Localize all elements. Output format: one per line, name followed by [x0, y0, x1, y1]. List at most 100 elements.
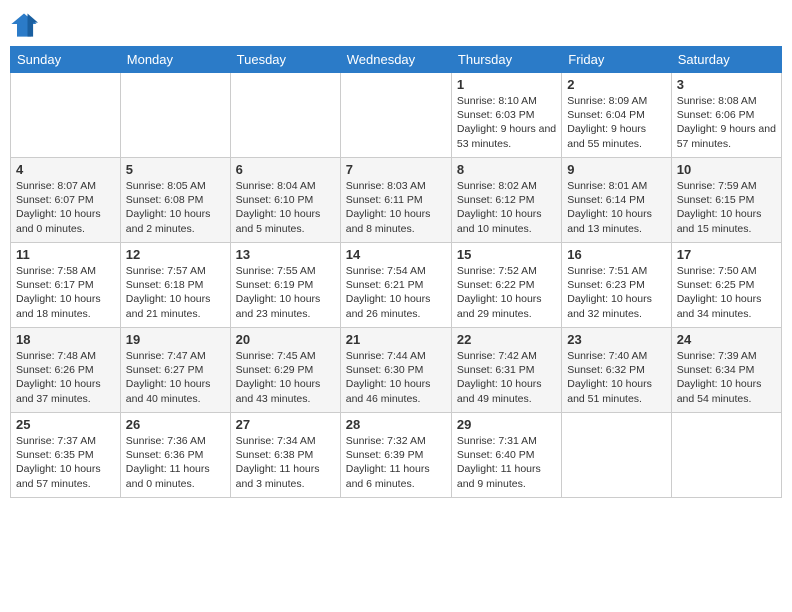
day-number: 8 [457, 162, 556, 177]
day-number: 1 [457, 77, 556, 92]
header-day: Tuesday [230, 47, 340, 73]
day-number: 25 [16, 417, 115, 432]
calendar-cell [671, 413, 781, 498]
day-info: Sunrise: 7:42 AM Sunset: 6:31 PM Dayligh… [457, 349, 556, 406]
day-info: Sunrise: 7:31 AM Sunset: 6:40 PM Dayligh… [457, 434, 556, 491]
day-number: 22 [457, 332, 556, 347]
calendar-cell: 2Sunrise: 8:09 AM Sunset: 6:04 PM Daylig… [562, 73, 671, 158]
calendar-cell: 17 Sunrise: 7:50 AM Sunset: 6:25 PM Dayli… [671, 243, 781, 328]
day-info: Sunrise: 7:45 AM Sunset: 6:29 PM Dayligh… [236, 349, 335, 406]
header-day: Wednesday [340, 47, 451, 73]
calendar-week-row: 18 Sunrise: 7:48 AM Sunset: 6:26 PM Dayli… [11, 328, 782, 413]
calendar-cell: 9 Sunrise: 8:01 AM Sunset: 6:14 PM Daylig… [562, 158, 671, 243]
calendar-week-row: 1 Sunrise: 8:10 AM Sunset: 6:03 PM Daylig… [11, 73, 782, 158]
calendar-cell: 15Sunrise: 7:52 AM Sunset: 6:22 PM Dayli… [451, 243, 561, 328]
day-info: Sunrise: 7:47 AM Sunset: 6:27 PM Dayligh… [126, 349, 225, 406]
day-number: 19 [126, 332, 225, 347]
day-info: Sunrise: 8:08 AM Sunset: 6:06 PM Dayligh… [677, 94, 776, 151]
calendar-cell: 28 Sunrise: 7:32 AM Sunset: 6:39 PM Dayli… [340, 413, 451, 498]
day-number: 26 [126, 417, 225, 432]
calendar-cell: 8 Sunrise: 8:02 AM Sunset: 6:12 PM Daylig… [451, 158, 561, 243]
calendar-cell: 16 Sunrise: 7:51 AM Sunset: 6:23 PM Dayli… [562, 243, 671, 328]
day-info: Sunrise: 7:59 AM Sunset: 6:15 PM Dayligh… [677, 179, 776, 236]
day-number: 17 [677, 247, 776, 262]
logo-icon [10, 10, 38, 38]
calendar-cell: 20Sunrise: 7:45 AM Sunset: 6:29 PM Dayli… [230, 328, 340, 413]
day-info: Sunrise: 7:32 AM Sunset: 6:39 PM Dayligh… [346, 434, 446, 491]
day-number: 14 [346, 247, 446, 262]
calendar-cell: 27 Sunrise: 7:34 AM Sunset: 6:38 PM Dayli… [230, 413, 340, 498]
day-number: 13 [236, 247, 335, 262]
calendar-cell: 6 Sunrise: 8:04 AM Sunset: 6:10 PM Daylig… [230, 158, 340, 243]
day-number: 16 [567, 247, 665, 262]
day-info: Sunrise: 8:02 AM Sunset: 6:12 PM Dayligh… [457, 179, 556, 236]
day-number: 27 [236, 417, 335, 432]
day-info: Sunrise: 7:50 AM Sunset: 6:25 PM Dayligh… [677, 264, 776, 321]
calendar-week-row: 4 Sunrise: 8:07 AM Sunset: 6:07 PM Daylig… [11, 158, 782, 243]
calendar-cell: 19 Sunrise: 7:47 AM Sunset: 6:27 PM Dayli… [120, 328, 230, 413]
calendar-week-row: 25 Sunrise: 7:37 AM Sunset: 6:35 PM Dayli… [11, 413, 782, 498]
day-number: 28 [346, 417, 446, 432]
day-info: Sunrise: 8:09 AM Sunset: 6:04 PM Dayligh… [567, 94, 665, 151]
day-info: Sunrise: 8:10 AM Sunset: 6:03 PM Dayligh… [457, 94, 556, 151]
calendar-week-row: 11 Sunrise: 7:58 AM Sunset: 6:17 PM Dayli… [11, 243, 782, 328]
day-info: Sunrise: 7:37 AM Sunset: 6:35 PM Dayligh… [16, 434, 115, 491]
calendar-cell: 1 Sunrise: 8:10 AM Sunset: 6:03 PM Daylig… [451, 73, 561, 158]
day-number: 6 [236, 162, 335, 177]
day-info: Sunrise: 8:01 AM Sunset: 6:14 PM Dayligh… [567, 179, 665, 236]
day-info: Sunrise: 7:44 AM Sunset: 6:30 PM Dayligh… [346, 349, 446, 406]
day-info: Sunrise: 8:07 AM Sunset: 6:07 PM Dayligh… [16, 179, 115, 236]
page-header [10, 10, 782, 38]
day-number: 29 [457, 417, 556, 432]
calendar-cell: 5Sunrise: 8:05 AM Sunset: 6:08 PM Daylig… [120, 158, 230, 243]
calendar-cell: 10Sunrise: 7:59 AM Sunset: 6:15 PM Dayli… [671, 158, 781, 243]
header-day: Thursday [451, 47, 561, 73]
calendar-cell: 12 Sunrise: 7:57 AM Sunset: 6:18 PM Dayli… [120, 243, 230, 328]
header-day: Saturday [671, 47, 781, 73]
day-info: Sunrise: 7:57 AM Sunset: 6:18 PM Dayligh… [126, 264, 225, 321]
calendar-cell: 21 Sunrise: 7:44 AM Sunset: 6:30 PM Dayli… [340, 328, 451, 413]
calendar-header: SundayMondayTuesdayWednesdayThursdayFrid… [11, 47, 782, 73]
day-info: Sunrise: 7:39 AM Sunset: 6:34 PM Dayligh… [677, 349, 776, 406]
calendar-cell: 4 Sunrise: 8:07 AM Sunset: 6:07 PM Daylig… [11, 158, 121, 243]
day-number: 12 [126, 247, 225, 262]
day-info: Sunrise: 7:40 AM Sunset: 6:32 PM Dayligh… [567, 349, 665, 406]
calendar-cell: 7Sunrise: 8:03 AM Sunset: 6:11 PM Daylig… [340, 158, 451, 243]
day-number: 18 [16, 332, 115, 347]
day-info: Sunrise: 7:55 AM Sunset: 6:19 PM Dayligh… [236, 264, 335, 321]
day-info: Sunrise: 7:34 AM Sunset: 6:38 PM Dayligh… [236, 434, 335, 491]
calendar-cell: 29 Sunrise: 7:31 AM Sunset: 6:40 PM Dayli… [451, 413, 561, 498]
calendar-body: 1 Sunrise: 8:10 AM Sunset: 6:03 PM Daylig… [11, 73, 782, 498]
day-info: Sunrise: 7:54 AM Sunset: 6:21 PM Dayligh… [346, 264, 446, 321]
day-info: Sunrise: 8:04 AM Sunset: 6:10 PM Dayligh… [236, 179, 335, 236]
day-number: 4 [16, 162, 115, 177]
day-number: 15 [457, 247, 556, 262]
calendar-cell: 18 Sunrise: 7:48 AM Sunset: 6:26 PM Dayli… [11, 328, 121, 413]
calendar-cell: 24 Sunrise: 7:39 AM Sunset: 6:34 PM Dayli… [671, 328, 781, 413]
header-day: Sunday [11, 47, 121, 73]
calendar-cell: 3Sunrise: 8:08 AM Sunset: 6:06 PM Daylig… [671, 73, 781, 158]
day-info: Sunrise: 7:48 AM Sunset: 6:26 PM Dayligh… [16, 349, 115, 406]
day-info: Sunrise: 7:58 AM Sunset: 6:17 PM Dayligh… [16, 264, 115, 321]
day-number: 23 [567, 332, 665, 347]
calendar-cell: 14 Sunrise: 7:54 AM Sunset: 6:21 PM Dayli… [340, 243, 451, 328]
day-number: 11 [16, 247, 115, 262]
day-number: 9 [567, 162, 665, 177]
day-number: 5 [126, 162, 225, 177]
calendar-cell: 22 Sunrise: 7:42 AM Sunset: 6:31 PM Dayli… [451, 328, 561, 413]
calendar-cell [11, 73, 121, 158]
calendar-cell [562, 413, 671, 498]
day-info: Sunrise: 7:51 AM Sunset: 6:23 PM Dayligh… [567, 264, 665, 321]
calendar-cell [340, 73, 451, 158]
header-day: Monday [120, 47, 230, 73]
calendar-cell: 26 Sunrise: 7:36 AM Sunset: 6:36 PM Dayli… [120, 413, 230, 498]
calendar-cell: 13 Sunrise: 7:55 AM Sunset: 6:19 PM Dayli… [230, 243, 340, 328]
day-number: 21 [346, 332, 446, 347]
day-info: Sunrise: 7:36 AM Sunset: 6:36 PM Dayligh… [126, 434, 225, 491]
day-info: Sunrise: 8:03 AM Sunset: 6:11 PM Dayligh… [346, 179, 446, 236]
day-number: 24 [677, 332, 776, 347]
calendar-cell [230, 73, 340, 158]
calendar-cell: 11 Sunrise: 7:58 AM Sunset: 6:17 PM Dayli… [11, 243, 121, 328]
header-day: Friday [562, 47, 671, 73]
calendar-cell [120, 73, 230, 158]
